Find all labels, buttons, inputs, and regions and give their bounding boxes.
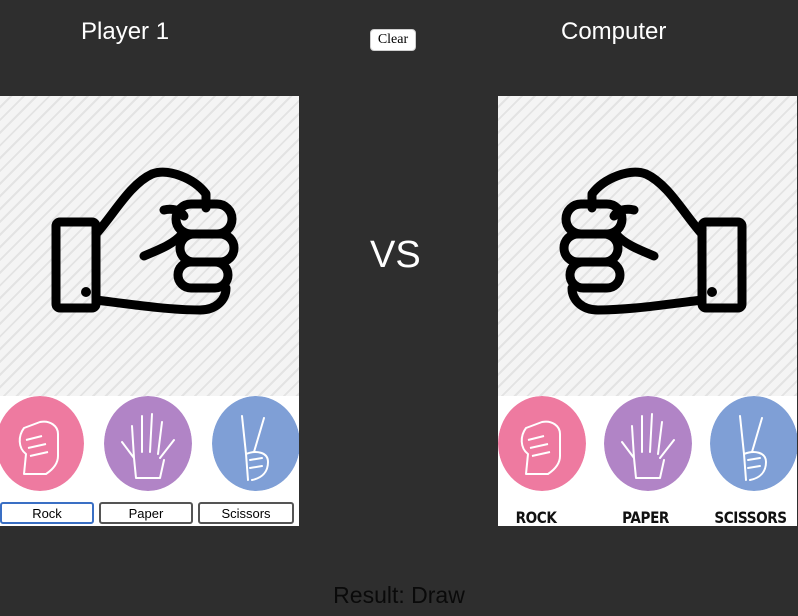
computer-scissors-option: [710, 396, 797, 491]
scissors-hand-icon: [212, 396, 299, 491]
scissors-hand-icon: [710, 396, 797, 491]
paper-option[interactable]: [104, 396, 192, 491]
computer-rock-option: [498, 396, 586, 491]
computer-scissors-label: SCISSORS: [714, 508, 787, 526]
paper-hand-icon: [604, 396, 692, 491]
player-title: Player 1: [81, 18, 170, 45]
computer-rock-label: ROCK: [515, 508, 557, 526]
scissors-option[interactable]: [212, 396, 299, 491]
fist-icon: [51, 167, 239, 315]
paper-button[interactable]: Paper: [99, 502, 193, 524]
paper-hand-icon: [104, 396, 192, 491]
rock-button[interactable]: Rock: [0, 502, 94, 524]
clear-button[interactable]: Clear: [370, 29, 416, 51]
scissors-button[interactable]: Scissors: [198, 502, 294, 524]
fist-icon: [559, 167, 747, 315]
computer-panel: ROCK PAPER SCISSORS: [498, 96, 797, 526]
rock-hand-icon: [498, 396, 586, 491]
player-panel: Rock Paper Scissors: [0, 96, 299, 526]
vs-label: VS: [370, 234, 421, 276]
rock-hand-icon: [0, 396, 84, 491]
result-text: Result: Draw: [333, 582, 465, 608]
rock-option[interactable]: [0, 396, 84, 491]
computer-title: Computer: [561, 18, 667, 45]
computer-paper-label: PAPER: [622, 508, 669, 526]
computer-paper-option: [604, 396, 692, 491]
